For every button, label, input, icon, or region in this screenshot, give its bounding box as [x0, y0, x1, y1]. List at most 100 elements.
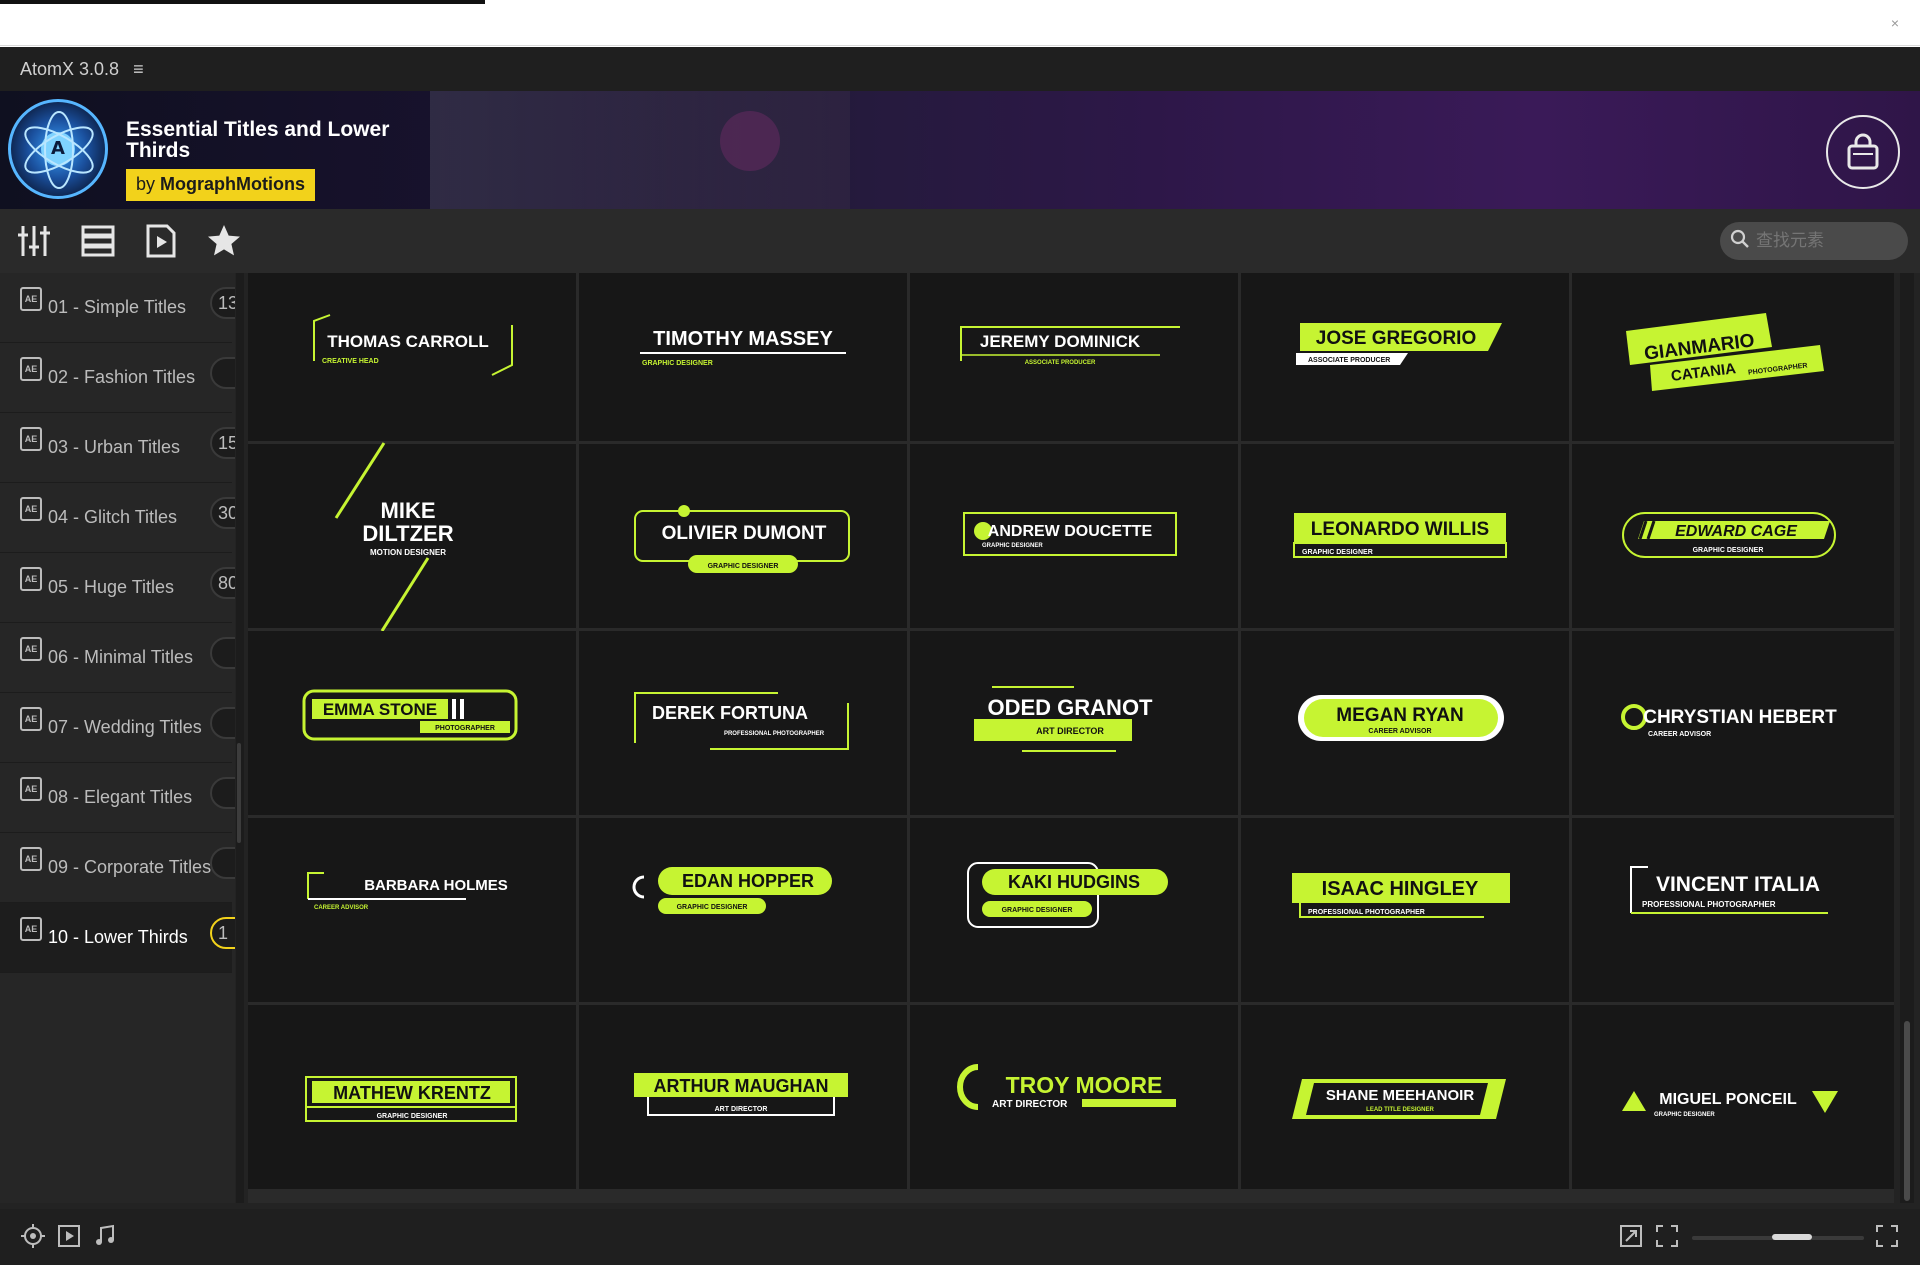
preset-tile-timothy-massey[interactable]: TIMOTHY MASSEY GRAPHIC DESIGNER	[579, 273, 907, 441]
ae-file-icon: AE	[20, 287, 42, 311]
sidebar-item-elegant-titles[interactable]: AE 08 - Elegant Titles	[0, 763, 235, 833]
preset-tile-chrystian-hebert[interactable]: CHRYSTIAN HEBERT CAREER ADVISOR	[1572, 631, 1894, 815]
fullscreen-icon[interactable]	[1654, 1223, 1680, 1249]
sidebar-item-count	[210, 707, 235, 739]
sidebar-item-urban-titles[interactable]: AE 03 - Urban Titles 15	[0, 413, 235, 483]
sliders-icon[interactable]	[16, 223, 52, 259]
preset-tile-derek-fortuna[interactable]: DEREK FORTUNA PROFESSIONAL PHOTOGRAPHER	[579, 631, 907, 815]
play-box-icon[interactable]	[56, 1223, 82, 1249]
search-box[interactable]	[1720, 222, 1908, 260]
tile-title: LEONARDO WILLIS	[1311, 519, 1489, 540]
thumbnail-size-slider[interactable]	[1692, 1234, 1864, 1240]
preset-tile-emma-stone[interactable]: EMMA STONE PHOTOGRAPHER	[248, 631, 576, 815]
tile-title: ODED GRANOT	[988, 695, 1154, 720]
star-icon[interactable]	[206, 223, 242, 259]
sidebar-item-count: 80	[210, 567, 235, 599]
tile-subtitle: PROFESSIONAL PHOTOGRAPHER	[1642, 900, 1776, 909]
preset-tile-andrew-doucette[interactable]: ANDREW DOUCETTE GRAPHIC DESIGNER	[910, 444, 1238, 628]
tile-title: MIGUEL PONCEIL	[1659, 1091, 1797, 1108]
sidebar-item-fashion-titles[interactable]: AE 02 - Fashion Titles	[0, 343, 235, 413]
tile-subtitle: PROFESSIONAL PHOTOGRAPHER	[724, 731, 825, 737]
tile-subtitle: ART DIRECTOR	[1036, 726, 1104, 736]
preset-tile-megan-ryan[interactable]: MEGAN RYAN CAREER ADVISOR	[1241, 631, 1569, 815]
tile-title: ISAAC HINGLEY	[1322, 878, 1479, 900]
preset-tile-mike-diltzer[interactable]: MIKE DILTZER MOTION DESIGNER	[248, 442, 576, 632]
expand-icon[interactable]	[1874, 1223, 1900, 1249]
preset-tile-jose-gregorio[interactable]: JOSE GREGORIO ASSOCIATE PRODUCER	[1241, 273, 1569, 441]
grid-scroll-thumb[interactable]	[1904, 1021, 1910, 1201]
preset-tile-vincent-italia[interactable]: VINCENT ITALIA PROFESSIONAL PHOTOGRAPHER	[1572, 818, 1894, 1002]
sidebar-item-minimal-titles[interactable]: AE 06 - Minimal Titles	[0, 623, 235, 693]
slider-handle[interactable]	[1772, 1234, 1812, 1240]
ae-file-icon: AE	[20, 707, 42, 731]
preset-tile-isaac-hingley[interactable]: ISAAC HINGLEY PROFESSIONAL PHOTOGRAPHER	[1241, 818, 1569, 1002]
author-prefix: by	[136, 174, 156, 194]
sidebar-scrollbar[interactable]	[236, 273, 244, 1203]
preset-tile-edward-cage[interactable]: EDWARD CAGE GRAPHIC DESIGNER	[1572, 444, 1894, 628]
target-icon[interactable]	[20, 1223, 46, 1249]
sidebar-item-count	[210, 637, 235, 669]
search-input[interactable]	[1756, 231, 1896, 251]
sidebar-item-label: 04 - Glitch Titles	[48, 507, 178, 527]
preset-tile-mathew-krentz[interactable]: MATHEW KRENTZ GRAPHIC DESIGNER	[248, 1005, 576, 1189]
tile-subtitle: CAREER ADVISOR	[1368, 728, 1431, 735]
preset-tile-gianmario-catania[interactable]: GIANMARIO CATANIA PHOTOGRAPHER	[1572, 273, 1894, 441]
tile-subtitle: GRAPHIC DESIGNER	[642, 360, 713, 367]
bottom-bar	[0, 1209, 1920, 1265]
banner-decoration	[720, 111, 780, 171]
tile-title: MEGAN RYAN	[1336, 705, 1463, 726]
tile-title: BARBARA HOLMES	[364, 877, 508, 894]
music-note-icon[interactable]	[92, 1223, 118, 1249]
tile-title: SHANE MEEHANOIR	[1326, 1087, 1475, 1104]
preset-tile-oded-granot[interactable]: ODED GRANOT ART DIRECTOR	[910, 631, 1238, 815]
preset-tile-edan-hopper[interactable]: EDAN HOPPER GRAPHIC DESIGNER	[579, 818, 907, 1002]
tile-title: THOMAS CARROLL	[327, 332, 488, 351]
tile-subtitle: CAREER ADVISOR	[1648, 731, 1711, 738]
tile-title: JEREMY DOMINICK	[980, 332, 1141, 351]
tile-subtitle: PHOTOGRAPHER	[435, 725, 495, 732]
tile-subtitle: GRAPHIC DESIGNER	[377, 1113, 448, 1120]
preset-tile-thomas-carroll[interactable]: THOMAS CARROLL CREATIVE HEAD	[248, 273, 576, 441]
tile-subtitle: ASSOCIATE PRODUCER	[1308, 357, 1390, 364]
author-name: MographMotions	[160, 174, 306, 194]
play-file-icon[interactable]	[143, 223, 179, 259]
tile-subtitle: GRAPHIC DESIGNER	[677, 904, 748, 911]
ae-file-icon: AE	[20, 637, 42, 661]
sidebar-item-glitch-titles[interactable]: AE 04 - Glitch Titles 30	[0, 483, 235, 553]
sidebar-item-label: 05 - Huge Titles	[48, 577, 175, 597]
sidebar-item-label: 06 - Minimal Titles	[48, 647, 194, 667]
shopping-bag-icon[interactable]	[1826, 115, 1900, 189]
sidebar-item-huge-titles[interactable]: AE 05 - Huge Titles 80	[0, 553, 235, 623]
tile-title: DEREK FORTUNA	[652, 703, 808, 723]
sidebar-item-wedding-titles[interactable]: AE 07 - Wedding Titles	[0, 693, 235, 763]
sidebar-scroll-thumb[interactable]	[237, 743, 241, 843]
tile-subtitle: GRAPHIC DESIGNER	[982, 543, 1043, 549]
sidebar-item-corporate-titles[interactable]: AE 09 - Corporate Titles	[0, 833, 235, 903]
close-icon[interactable]: ×	[1884, 12, 1906, 34]
preset-tile-shane-meehanoir[interactable]: SHANE MEEHANOIR LEAD TITLE DESIGNER	[1241, 1005, 1569, 1189]
preset-tile-jeremy-dominick[interactable]: JEREMY DOMINICK ASSOCIATE PRODUCER	[910, 273, 1238, 441]
preset-tile-olivier-dumont[interactable]: OLIVIER DUMONT GRAPHIC DESIGNER	[579, 444, 907, 628]
sidebar-item-lower-thirds[interactable]: AE 10 - Lower Thirds 1	[0, 903, 235, 973]
tile-title: VINCENT ITALIA	[1656, 873, 1820, 896]
preset-tile-troy-moore[interactable]: TROY MOORE ART DIRECTOR	[910, 1005, 1238, 1189]
grid-scrollbar[interactable]	[1900, 273, 1914, 1203]
pack-author-badge[interactable]: by MographMotions	[126, 169, 316, 201]
sidebar-item-count: 30	[210, 497, 235, 529]
preset-tile-kaki-hudgins[interactable]: KAKI HUDGINS GRAPHIC DESIGNER	[910, 818, 1238, 1002]
banner-background-image	[430, 91, 850, 209]
menu-icon[interactable]: ≡	[133, 59, 144, 80]
sidebar-item-simple-titles[interactable]: AE 01 - Simple Titles 13	[0, 273, 235, 343]
sidebar-item-count	[210, 357, 235, 389]
search-icon	[1730, 229, 1750, 254]
tile-subtitle: GRAPHIC DESIGNER	[1693, 547, 1764, 554]
tile-subtitle: GRAPHIC DESIGNER	[1654, 1112, 1715, 1118]
browser-top-strip: ×	[0, 0, 1920, 46]
export-icon[interactable]	[1618, 1223, 1644, 1249]
preset-tile-barbara-holmes[interactable]: BARBARA HOLMES CAREER ADVISOR	[248, 818, 576, 1002]
toolbar	[0, 209, 1920, 273]
list-icon[interactable]	[80, 223, 116, 259]
preset-tile-leonardo-willis[interactable]: LEONARDO WILLIS GRAPHIC DESIGNER	[1241, 444, 1569, 628]
preset-tile-arthur-maughan[interactable]: ARTHUR MAUGHAN ART DIRECTOR	[579, 1005, 907, 1189]
preset-tile-miguel-ponceil[interactable]: MIGUEL PONCEIL GRAPHIC DESIGNER	[1572, 1005, 1894, 1189]
